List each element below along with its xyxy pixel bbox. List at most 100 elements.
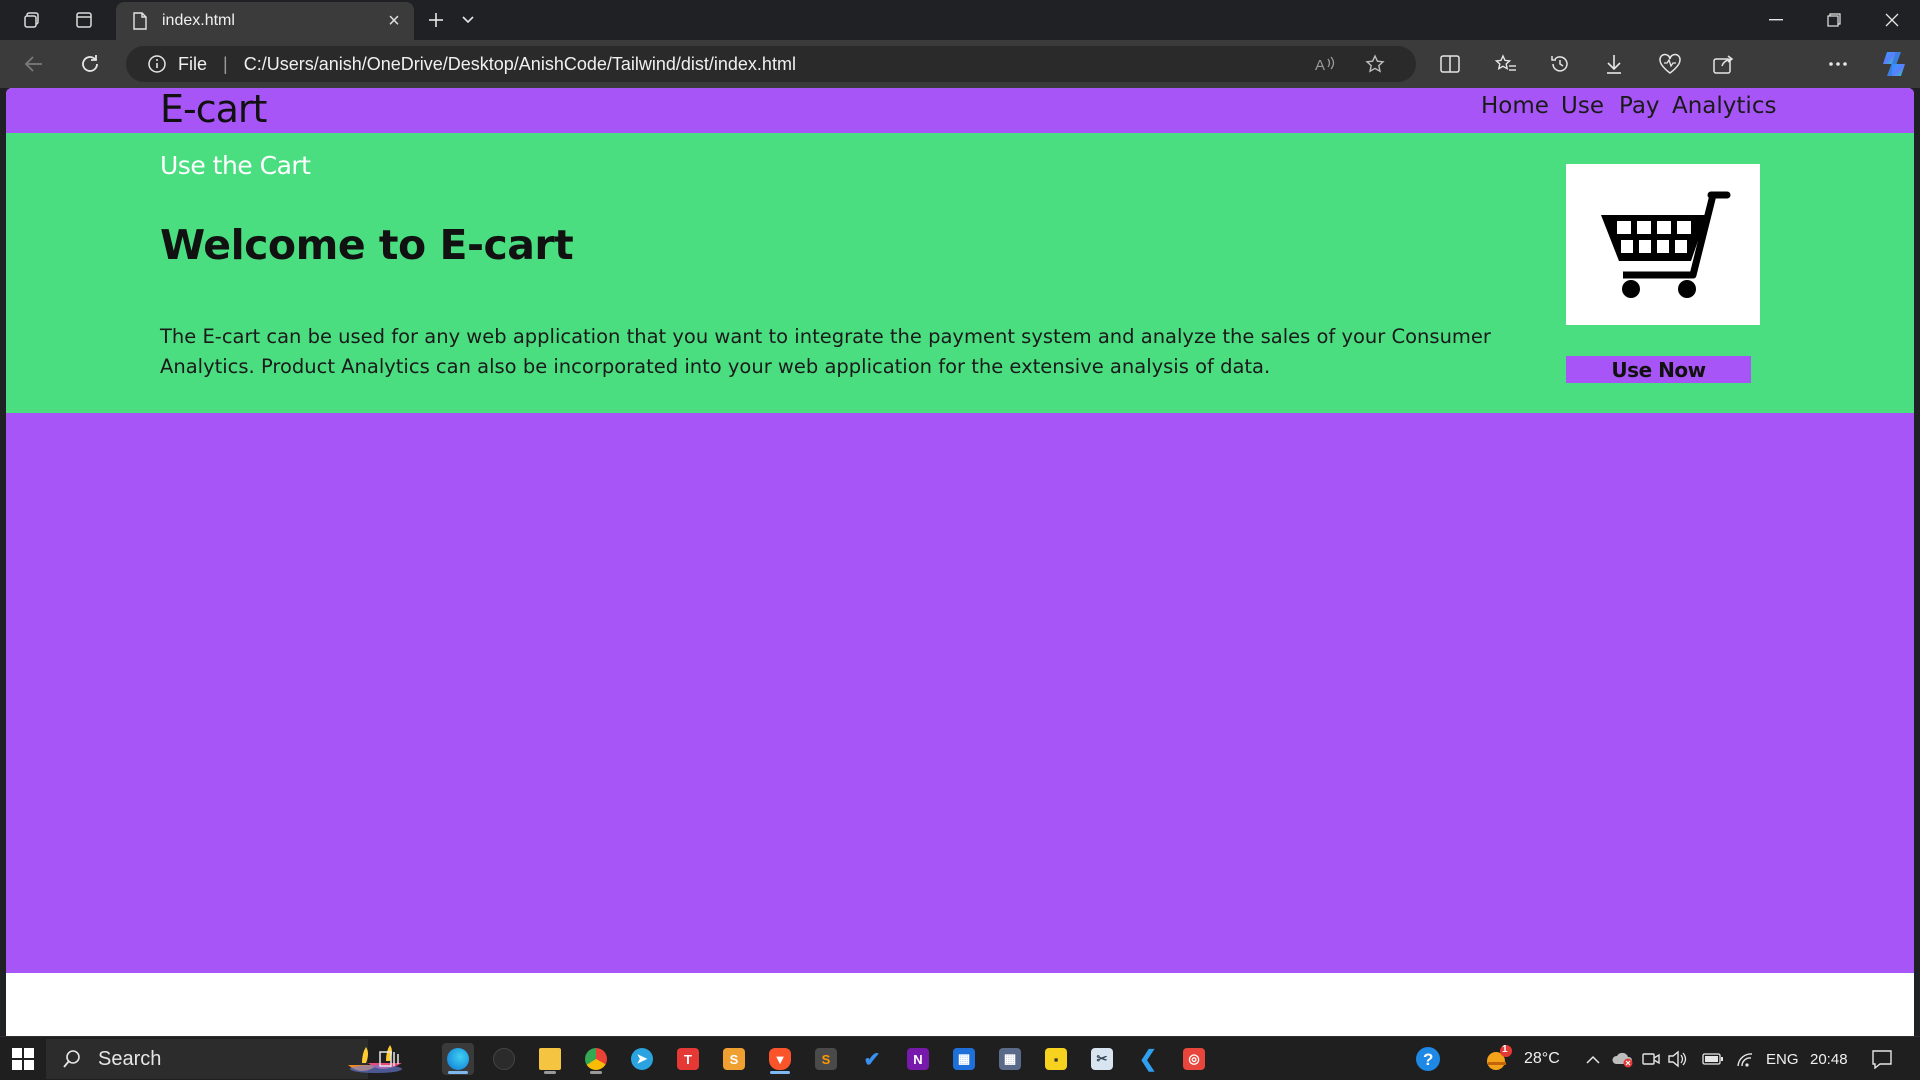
hero-kicker: Use the Cart [160, 151, 311, 180]
read-aloud-icon[interactable]: A [1310, 50, 1340, 78]
taskbar-todo[interactable]: ✔ [856, 1043, 888, 1075]
shopping-cart-image [1566, 164, 1760, 325]
red-app-icon: ◎ [1183, 1048, 1205, 1070]
taskbar-app-s[interactable]: S [718, 1043, 750, 1075]
notifications-icon[interactable] [1870, 1047, 1894, 1071]
sticky-notes-icon: ▪ [1045, 1048, 1067, 1070]
clock[interactable]: 20:48 [1810, 1037, 1848, 1080]
svg-text:A: A [1315, 57, 1325, 73]
downloads-icon[interactable] [1596, 48, 1632, 80]
history-icon[interactable] [1542, 48, 1578, 80]
windows-start-icon[interactable] [8, 1045, 38, 1073]
address-scheme-label: File [178, 53, 208, 74]
browser-essentials-icon[interactable] [1652, 48, 1688, 80]
address-url[interactable]: C:/Users/anish/OneDrive/Desktop/AnishCod… [244, 54, 796, 75]
tab-title: index.html [162, 12, 235, 29]
new-tab-icon[interactable] [420, 6, 452, 34]
page-viewport: E-cart Home Use Pay Analytics Use the Ca… [6, 88, 1914, 1036]
taskbar-vscode[interactable]: ❮ [1132, 1043, 1164, 1075]
hero-section: Use the Cart Welcome to E-cart The E-car… [6, 133, 1914, 413]
help-icon[interactable]: ? [1414, 1045, 1442, 1073]
search-icon [60, 1047, 84, 1071]
temperature-label[interactable]: 28°C [1524, 1037, 1560, 1080]
file-icon [130, 11, 150, 31]
input-language[interactable]: ENG [1766, 1037, 1799, 1080]
taskbar-sublime[interactable]: S [810, 1043, 842, 1075]
meet-now-icon[interactable] [1640, 1048, 1662, 1070]
sublime-icon: S [815, 1048, 837, 1070]
nav-link-home[interactable]: Home [1481, 93, 1549, 119]
minimize-icon[interactable] [1748, 0, 1804, 40]
more-menu-icon[interactable] [1820, 48, 1856, 80]
browser-title-bar: index.html × [0, 0, 1920, 40]
favorites-icon[interactable] [1488, 48, 1524, 80]
onedrive-error-icon[interactable] [1612, 1048, 1634, 1070]
weather-badge: 1 [1502, 1044, 1508, 1055]
taskbar-app-2[interactable] [488, 1043, 520, 1075]
taskbar-app-t[interactable]: T [672, 1043, 704, 1075]
task-view-icon[interactable] [374, 1043, 406, 1075]
close-window-icon[interactable] [1864, 0, 1920, 40]
shopping-cart-icon [1601, 191, 1731, 298]
nav-link-analytics[interactable]: Analytics [1672, 93, 1776, 119]
tab-actions-icon[interactable] [68, 6, 100, 34]
search-label: Search [98, 1047, 162, 1070]
site-navbar: E-cart Home Use Pay Analytics [6, 88, 1914, 133]
running-indicator [590, 1071, 602, 1074]
taskbar-chrome[interactable] [580, 1043, 612, 1075]
chrome-icon [585, 1048, 607, 1070]
taskbar-app-red[interactable]: ◎ [1178, 1043, 1210, 1075]
snipping-tool-icon: ✂ [1091, 1048, 1113, 1070]
volume-icon[interactable] [1666, 1048, 1688, 1070]
back-icon[interactable] [16, 48, 52, 80]
s-app-icon: S [723, 1048, 745, 1070]
nav-link-use[interactable]: Use [1561, 93, 1604, 119]
split-screen-icon[interactable] [1432, 48, 1468, 80]
onenote-icon: N [907, 1048, 929, 1070]
taskbar-edge[interactable] [442, 1043, 474, 1075]
battery-icon[interactable] [1702, 1048, 1724, 1070]
taskbar-brave[interactable]: ▼ [764, 1043, 796, 1075]
taskbar-file-explorer[interactable] [534, 1043, 566, 1075]
site-brand[interactable]: E-cart [160, 88, 267, 131]
share-icon[interactable] [1706, 48, 1742, 80]
taskbar-snipping[interactable]: ✂ [1086, 1043, 1118, 1075]
hero-description: The E-cart can be used for any web appli… [160, 325, 1491, 378]
edge-icon [447, 1048, 469, 1070]
browser-toolbar: File | C:/Users/anish/OneDrive/Desktop/A… [0, 40, 1920, 118]
workspaces-icon[interactable] [16, 6, 48, 34]
show-hidden-icons-icon[interactable] [1582, 1048, 1604, 1070]
refresh-icon[interactable] [72, 48, 108, 80]
tab-list-chevron-icon[interactable] [452, 6, 484, 34]
weather-icon[interactable]: 1 [1484, 1044, 1512, 1073]
tab-index-html[interactable]: index.html × [116, 2, 414, 40]
windows-taskbar: Search ➤ T S ▼ S ✔ N ▦ ▦ ▪ ✂ ❮ ◎ ? 1 28°… [0, 1036, 1920, 1080]
address-separator: | [223, 53, 228, 74]
taskbar-telegram[interactable]: ➤ [626, 1043, 658, 1075]
brave-icon: ▼ [769, 1048, 791, 1070]
taskbar-onenote[interactable]: N [902, 1043, 934, 1075]
taskbar-calendar[interactable]: ▦ [948, 1043, 980, 1075]
site-info-icon[interactable] [146, 53, 168, 75]
running-indicator [770, 1071, 790, 1074]
wifi-icon[interactable] [1734, 1048, 1756, 1070]
nav-link-pay[interactable]: Pay [1619, 93, 1660, 119]
t-app-icon: T [677, 1048, 699, 1070]
close-tab-icon[interactable]: × [380, 7, 408, 35]
use-now-button[interactable]: Use Now [1566, 356, 1751, 383]
taskbar-sticky-notes[interactable]: ▪ [1040, 1043, 1072, 1075]
active-app-indicator [448, 1071, 468, 1074]
folder-icon [539, 1048, 561, 1070]
taskbar-search[interactable]: Search [46, 1039, 402, 1079]
copilot-icon[interactable] [1878, 48, 1910, 80]
calendar-icon: ▦ [953, 1048, 975, 1070]
vscode-icon: ❮ [1138, 1046, 1158, 1071]
restore-icon[interactable] [1806, 0, 1862, 40]
todo-check-icon: ✔ [863, 1048, 881, 1071]
svg-text:?: ? [1423, 1050, 1433, 1069]
taskbar-calculator[interactable]: ▦ [994, 1043, 1026, 1075]
favorite-star-icon[interactable] [1360, 50, 1390, 78]
page-footer-space [6, 973, 1914, 1036]
calculator-icon: ▦ [999, 1048, 1021, 1070]
address-bar[interactable]: File | C:/Users/anish/OneDrive/Desktop/A… [126, 46, 1416, 82]
